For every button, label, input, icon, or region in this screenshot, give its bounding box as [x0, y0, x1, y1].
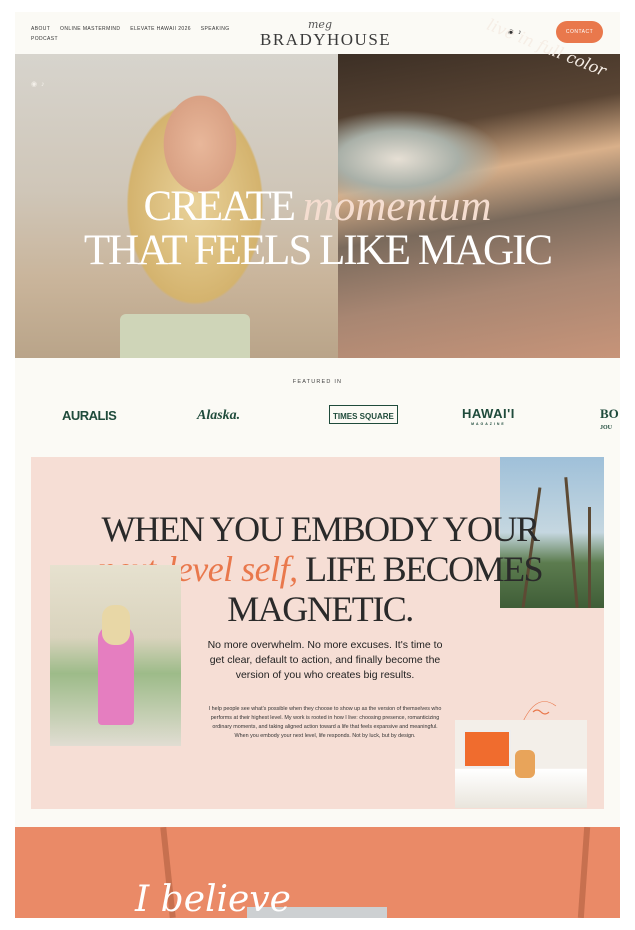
embody-lead-text: No more overwhelm. No more excuses. It's… [207, 639, 443, 681]
featured-logos: AURALIS Alaska. TIMES SQUARE HAWAI'I MAG… [15, 405, 620, 434]
page: ABOUT ONLINE MASTERMIND ELEVATE HAWAII 2… [15, 12, 620, 918]
logo-times-square: TIMES SQUARE [329, 405, 398, 424]
hero-headline-accent: momentum [302, 183, 492, 230]
featured-title: FEATURED IN [292, 379, 343, 385]
nav-item-about[interactable]: ABOUT [31, 26, 50, 32]
embody-line1: WHEN YOU EMBODY YOUR [101, 509, 540, 549]
hero-headline-line1: CREATE momentum [15, 184, 620, 230]
site-logo[interactable]: BRADYHOUSE [260, 30, 391, 50]
instagram-icon[interactable]: ◉ [31, 81, 37, 88]
logo-auralis: AURALIS [62, 408, 117, 423]
embody-line2: LIFE BECOMES [297, 549, 544, 589]
office-desk-photo [455, 720, 587, 808]
nav-item-elevate-hawaii[interactable]: ELEVATE HAWAII 2026 [130, 26, 191, 32]
hero-headline-line2: THAT FEELS LIKE MAGIC [83, 227, 553, 274]
contact-button[interactable]: CONTACT [556, 21, 603, 43]
tiktok-icon[interactable]: ♪ [41, 81, 45, 88]
embody-body-text: I help people see what's possible when t… [208, 706, 442, 739]
belief-script-heading: I believe [135, 879, 291, 918]
logo-bo-sub: JOU [600, 425, 612, 431]
logo-alaska: Alaska. [197, 408, 241, 423]
main-nav: ABOUT ONLINE MASTERMIND ELEVATE HAWAII 2… [31, 24, 238, 44]
logo-bo-journal: BO JOU [600, 406, 619, 434]
belief-section: I believe [15, 827, 620, 918]
hero-social-icons: ◉ ♪ [31, 80, 45, 88]
hero-headline-main: CREATE [143, 183, 303, 230]
logo-bo-name: BO [600, 406, 619, 421]
logo-hawaii-magazine: HAWAI'I MAGAZINE [462, 407, 515, 430]
pink-outfit-photo [50, 565, 181, 746]
nav-item-speaking[interactable]: SPEAKING [201, 26, 230, 32]
nav-item-online-mastermind[interactable]: ONLINE MASTERMIND [60, 26, 120, 32]
nav-item-podcast[interactable]: PODCAST [31, 36, 58, 42]
